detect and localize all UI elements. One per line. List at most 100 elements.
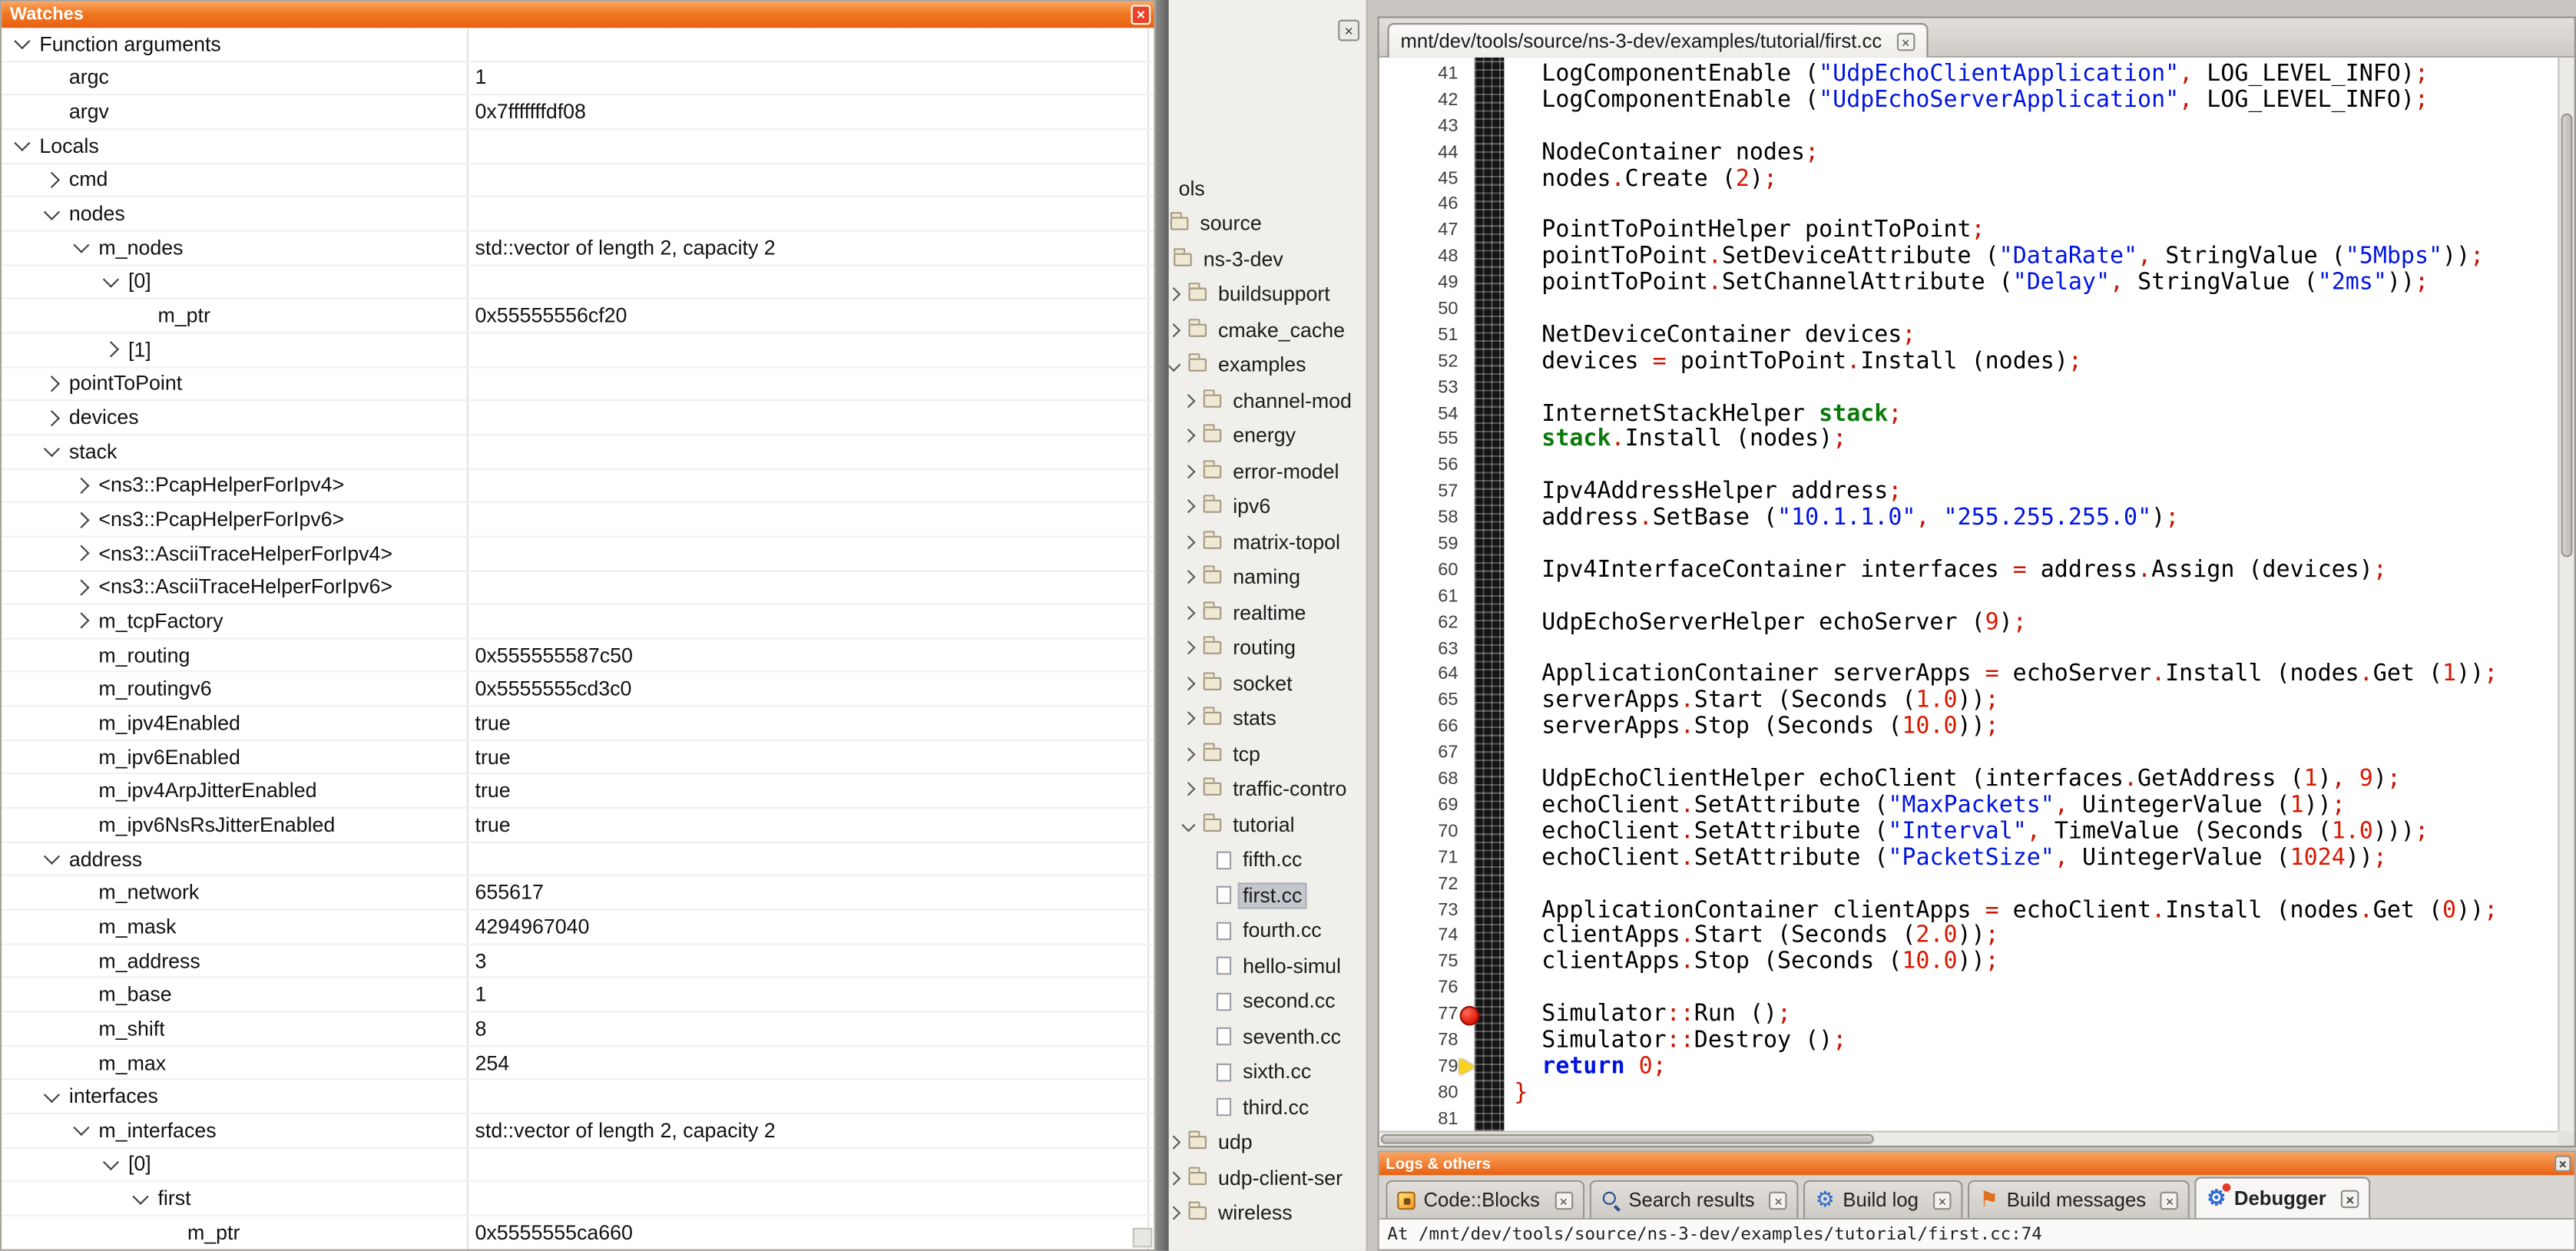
tree-item[interactable]: source bbox=[1169, 207, 1366, 242]
line-number[interactable]: 58 bbox=[1379, 507, 1459, 533]
watch-row[interactable]: m_shift8 bbox=[2, 1012, 1154, 1046]
code-line[interactable]: 59 bbox=[1379, 533, 2558, 559]
panel-divider[interactable] bbox=[1156, 0, 1169, 1251]
line-number[interactable]: 77 bbox=[1379, 1003, 1459, 1029]
tree-item[interactable]: cmake_cache bbox=[1169, 313, 1366, 348]
watch-row[interactable]: m_mask4294967040 bbox=[2, 911, 1154, 945]
tree-item[interactable]: realtime bbox=[1169, 595, 1366, 630]
line-number[interactable]: 80 bbox=[1379, 1081, 1459, 1107]
watch-row[interactable]: m_ipv4Enabledtrue bbox=[2, 707, 1154, 741]
tree-item[interactable]: wireless bbox=[1169, 1196, 1366, 1231]
watch-row[interactable]: m_max254 bbox=[2, 1047, 1154, 1081]
code-line[interactable]: 75 clientApps.Stop (Seconds (10.0)); bbox=[1379, 951, 2558, 977]
code-line[interactable]: 53 bbox=[1379, 376, 2558, 402]
expander-icon[interactable] bbox=[1181, 747, 1195, 761]
code-line[interactable]: 48 pointToPoint.SetDeviceAttribute ("Dat… bbox=[1379, 245, 2558, 271]
tree-item[interactable]: third.cc bbox=[1169, 1090, 1366, 1125]
code-line[interactable]: 42 LogComponentEnable ("UdpEchoServerApp… bbox=[1379, 88, 2558, 114]
logs-tab-build-log[interactable]: Build log bbox=[1804, 1180, 1963, 1218]
code-line[interactable]: 81 bbox=[1379, 1107, 2558, 1131]
watch-row[interactable]: m_tcpFactory bbox=[2, 605, 1154, 639]
watch-row[interactable]: m_routing0x555555587c50 bbox=[2, 639, 1154, 673]
line-number[interactable]: 43 bbox=[1379, 114, 1459, 141]
expander-icon[interactable] bbox=[44, 441, 60, 457]
line-number[interactable]: 62 bbox=[1379, 611, 1459, 637]
tree-item[interactable]: first.cc bbox=[1169, 878, 1366, 913]
tree-item[interactable]: traffic-contro bbox=[1169, 772, 1366, 807]
tab-close-icon[interactable] bbox=[1555, 1191, 1573, 1210]
code-line[interactable]: 50 bbox=[1379, 297, 2558, 323]
expander-icon[interactable] bbox=[1169, 1136, 1181, 1150]
tree-item[interactable]: stats bbox=[1169, 701, 1366, 736]
line-number[interactable]: 67 bbox=[1379, 742, 1459, 768]
line-number[interactable]: 50 bbox=[1379, 297, 1459, 323]
expander-icon[interactable] bbox=[1169, 288, 1181, 302]
tree-item[interactable]: tcp bbox=[1169, 736, 1366, 772]
line-number[interactable]: 79 bbox=[1379, 1055, 1459, 1081]
line-number[interactable]: 57 bbox=[1379, 481, 1459, 507]
logs-tab-debugger[interactable]: Debugger bbox=[2195, 1177, 2370, 1218]
watch-row[interactable]: m_network655617 bbox=[2, 877, 1154, 911]
code-line[interactable]: 57 Ipv4AddressHelper address; bbox=[1379, 481, 2558, 507]
expander-icon[interactable] bbox=[1181, 641, 1195, 655]
expander-icon[interactable] bbox=[1181, 783, 1195, 796]
line-number[interactable]: 46 bbox=[1379, 193, 1459, 219]
expander-icon[interactable] bbox=[44, 849, 60, 865]
close-icon[interactable] bbox=[1338, 20, 1359, 41]
tree-item[interactable]: error-model bbox=[1169, 454, 1366, 489]
code-line[interactable]: 64 ApplicationContainer serverApps = ech… bbox=[1379, 664, 2558, 690]
tree-item[interactable]: ipv6 bbox=[1169, 489, 1366, 525]
watch-row[interactable]: m_base1 bbox=[2, 978, 1154, 1012]
code-line[interactable]: 76 bbox=[1379, 977, 2558, 1003]
close-icon[interactable] bbox=[1131, 5, 1151, 25]
code-line[interactable]: 55 stack.Install (nodes); bbox=[1379, 428, 2558, 454]
code-line[interactable]: 66 serverApps.Stop (Seconds (10.0)); bbox=[1379, 716, 2558, 742]
close-icon[interactable] bbox=[2554, 1156, 2571, 1172]
expander-icon[interactable] bbox=[14, 34, 30, 50]
watch-row[interactable]: <ns3::PcapHelperForIpv6> bbox=[2, 503, 1154, 537]
code-line[interactable]: 67 bbox=[1379, 742, 2558, 768]
expander-icon[interactable] bbox=[1181, 535, 1195, 549]
tree-item[interactable]: channel-mod bbox=[1169, 383, 1366, 419]
logs-tab-search-results[interactable]: Search results bbox=[1589, 1180, 1799, 1218]
line-number[interactable]: 44 bbox=[1379, 141, 1459, 167]
tree-item[interactable]: sixth.cc bbox=[1169, 1054, 1366, 1090]
watch-row[interactable]: <ns3::AsciiTraceHelperForIpv4> bbox=[2, 538, 1154, 571]
logs-tab-code-blocks[interactable]: Code::Blocks bbox=[1386, 1180, 1584, 1218]
line-number[interactable]: 56 bbox=[1379, 454, 1459, 480]
code-line[interactable]: 44 NodeContainer nodes; bbox=[1379, 141, 2558, 167]
expander-icon[interactable] bbox=[73, 613, 89, 629]
line-number[interactable]: 64 bbox=[1379, 664, 1459, 690]
tree-item[interactable]: seventh.cc bbox=[1169, 1019, 1366, 1054]
line-number[interactable]: 76 bbox=[1379, 977, 1459, 1003]
code-line[interactable]: 60 Ipv4InterfaceContainer interfaces = a… bbox=[1379, 559, 2558, 585]
watch-row[interactable]: m_ptr0x55555556cf20 bbox=[2, 300, 1154, 333]
expander-icon[interactable] bbox=[73, 1120, 89, 1137]
line-number[interactable]: 55 bbox=[1379, 428, 1459, 454]
line-number[interactable]: 49 bbox=[1379, 271, 1459, 297]
expander-icon[interactable] bbox=[44, 172, 60, 188]
code-line[interactable]: 43 bbox=[1379, 114, 2558, 141]
code-line[interactable]: 73 ApplicationContainer clientApps = ech… bbox=[1379, 899, 2558, 925]
watch-row[interactable]: Locals bbox=[2, 130, 1154, 164]
expander-icon[interactable] bbox=[44, 1086, 60, 1102]
expander-icon[interactable] bbox=[1181, 571, 1195, 584]
line-number[interactable]: 78 bbox=[1379, 1029, 1459, 1055]
watch-row[interactable]: m_address3 bbox=[2, 945, 1154, 978]
watch-row[interactable]: nodes bbox=[2, 197, 1154, 231]
tree-item[interactable]: tutorial bbox=[1169, 807, 1366, 842]
watch-row[interactable]: pointToPoint bbox=[2, 367, 1154, 401]
logs-tab-build-messages[interactable]: Build messages bbox=[1968, 1180, 2190, 1218]
watch-row[interactable]: <ns3::AsciiTraceHelperForIpv6> bbox=[2, 571, 1154, 605]
line-number[interactable]: 68 bbox=[1379, 768, 1459, 794]
line-number[interactable]: 73 bbox=[1379, 899, 1459, 925]
expander-icon[interactable] bbox=[1169, 359, 1181, 372]
expander-icon[interactable] bbox=[1181, 712, 1195, 726]
code-line[interactable]: 72 bbox=[1379, 872, 2558, 899]
code-line[interactable]: 69 echoClient.SetAttribute ("MaxPackets"… bbox=[1379, 794, 2558, 820]
expander-icon[interactable] bbox=[14, 135, 30, 151]
tab-close-icon[interactable] bbox=[1770, 1191, 1788, 1210]
expander-icon[interactable] bbox=[1169, 1171, 1181, 1185]
watch-row[interactable]: argc1 bbox=[2, 62, 1154, 96]
scrollbar-thumb[interactable] bbox=[1381, 1134, 1874, 1144]
